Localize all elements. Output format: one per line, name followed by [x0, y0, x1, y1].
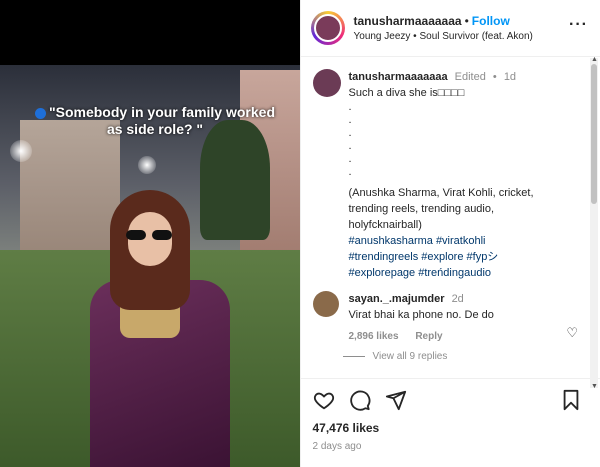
hashtags[interactable]: #explorepage #treńdingaudio [349, 265, 569, 281]
action-bar: 47,476 likes 2 days ago [300, 378, 600, 467]
heart-icon[interactable] [313, 389, 335, 411]
hashtags[interactable]: #trendingreels #explore #fypシ [349, 249, 569, 265]
overlay-caption: "Somebody in your family worked as side … [30, 104, 280, 138]
post-time: 2 days ago [312, 441, 362, 452]
avatar[interactable] [312, 291, 339, 317]
avatar[interactable] [310, 11, 345, 45]
woman-figure [90, 190, 230, 467]
comment-heart-icon[interactable]: ♡ [566, 325, 578, 341]
caption-time: 1d [503, 71, 517, 83]
caption-keywords: (Anushka Sharma, Virat Kohli, cricket, t… [348, 187, 534, 231]
reply-button[interactable]: Reply [415, 331, 442, 342]
post: "Somebody in your family worked as side … [0, 0, 600, 467]
share-icon[interactable] [385, 389, 407, 411]
bookmark-icon[interactable] [560, 389, 582, 411]
comments-section[interactable]: tanusharmaaaaaaa Edited • 1d Such a diva… [301, 57, 600, 378]
comment-icon[interactable] [349, 389, 371, 411]
likes-count[interactable]: 47,476 likes [313, 421, 589, 435]
post-sidebar: tanusharmaaaaaaa • Follow Young Jeezy • So… [299, 0, 600, 467]
caption-dots: . . . . . . [348, 101, 352, 178]
scrollbar-thumb[interactable] [591, 64, 597, 204]
comment-text: Virat bhai ka phone no. De do [348, 309, 494, 321]
overlay-text: "Somebody in your family worked as side … [48, 104, 276, 137]
caption: tanusharmaaaaaaa Edited • 1d Such a diva… [312, 69, 583, 281]
street-lamp [10, 140, 32, 162]
follow-button[interactable]: Follow [472, 14, 510, 28]
sunglasses [124, 230, 174, 240]
street-lamp [138, 156, 156, 174]
reel-media[interactable]: "Somebody in your family worked as side … [0, 0, 300, 467]
edited-label: Edited [454, 71, 486, 83]
comment-time: 2d [451, 293, 464, 305]
view-replies-button[interactable]: View all 9 replies [342, 351, 583, 362]
comment-likes[interactable]: 2,896 likes [349, 331, 399, 342]
header-username[interactable]: tanusharmaaaaaaa [354, 14, 462, 28]
blue-heart-icon [34, 107, 46, 119]
more-icon[interactable]: ··· [569, 16, 588, 34]
caption-username[interactable]: tanusharmaaaaaaa [349, 71, 448, 83]
separator-dot: • [464, 14, 469, 28]
separator-dot: • [492, 71, 497, 83]
avatar[interactable] [312, 69, 341, 97]
comment-item: sayan._.majumder 2d Virat bhai ka phone … [312, 291, 583, 345]
scrollbar[interactable]: ▲ ▼ [590, 56, 598, 390]
hashtags[interactable]: #anushkasharma #viratkohli [349, 233, 569, 249]
post-header: tanusharmaaaaaaa • Follow Young Jeezy • So… [300, 0, 600, 57]
audio-label[interactable]: Young Jeezy • Soul Survivor (feat. Akon) [354, 31, 533, 42]
comment-username[interactable]: sayan._.majumder [349, 293, 445, 305]
caption-text: Such a diva she is□□□□ [348, 87, 465, 99]
